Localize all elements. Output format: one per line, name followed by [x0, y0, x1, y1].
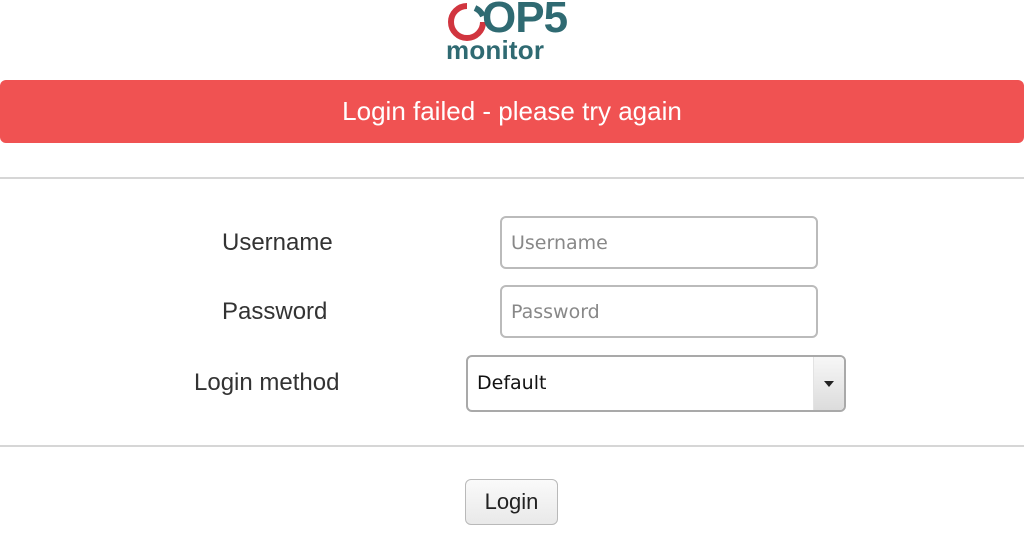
login-method-label: Login method: [194, 369, 340, 396]
login-error-alert: Login failed - please try again: [0, 80, 1024, 143]
login-method-selected-value: Default: [477, 372, 547, 394]
username-input[interactable]: [500, 216, 818, 269]
logo-brand-text: OP5: [482, 0, 568, 42]
select-dropdown-button[interactable]: [813, 357, 844, 410]
op5-monitor-logo: OP5 monitor: [445, 0, 568, 68]
login-button[interactable]: Login: [465, 479, 558, 525]
logo-product-text: monitor: [446, 35, 545, 65]
alert-message: Login failed - please try again: [342, 96, 682, 126]
password-input[interactable]: [500, 285, 818, 338]
form-divider-top: [0, 177, 1024, 179]
login-page: OP5 monitor Login failed - please try ag…: [0, 0, 1024, 536]
password-label: Password: [222, 298, 328, 325]
form-divider-bottom: [0, 445, 1024, 447]
login-method-select[interactable]: Default: [466, 355, 846, 412]
chevron-down-icon: [824, 380, 834, 387]
username-label: Username: [222, 229, 333, 256]
